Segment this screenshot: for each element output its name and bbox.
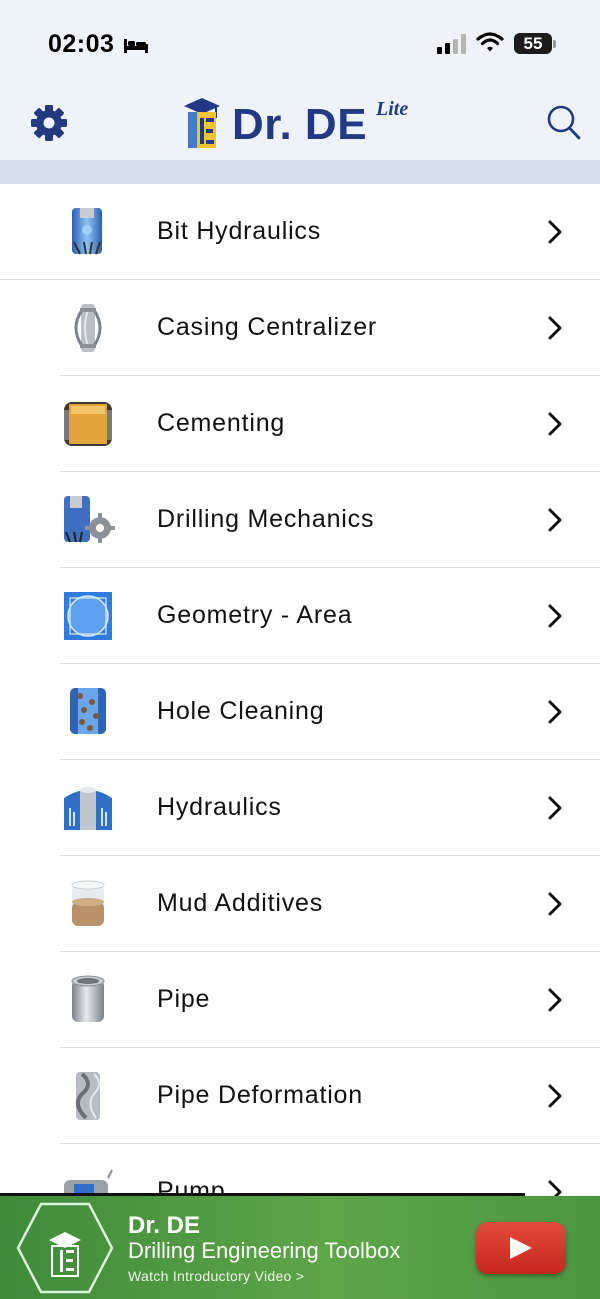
menu-item-label: Drilling Mechanics bbox=[157, 505, 375, 533]
geometry-area-icon bbox=[64, 592, 112, 640]
mud-additives-icon bbox=[71, 880, 105, 926]
app-screen: 02:03 55 Dr. DE Lite Bit Hydraulics Casi… bbox=[0, 0, 600, 1299]
menu-item-mud-additives[interactable]: Mud Additives bbox=[0, 856, 600, 952]
youtube-play-icon bbox=[510, 1237, 532, 1259]
chevron-right-icon bbox=[548, 604, 562, 628]
menu-item-label: Hole Cleaning bbox=[157, 697, 325, 725]
chevron-right-icon bbox=[548, 412, 562, 436]
chevron-right-icon bbox=[548, 892, 562, 916]
menu-item-drilling-mechanics[interactable]: Drilling Mechanics bbox=[0, 472, 600, 568]
pipe-icon bbox=[71, 975, 105, 1022]
bed-icon bbox=[124, 39, 148, 53]
menu-list: Bit Hydraulics Casing Centralizer Cement… bbox=[0, 184, 600, 1240]
signal-icon bbox=[437, 34, 466, 54]
menu-item-geometry-area[interactable]: Geometry - Area bbox=[0, 568, 600, 664]
chevron-right-icon bbox=[548, 220, 562, 244]
hole-cleaning-icon bbox=[70, 688, 106, 734]
menu-item-label: Mud Additives bbox=[157, 889, 324, 917]
pipe-deformation-icon bbox=[75, 1072, 100, 1120]
menu-item-bit-hydraulics[interactable]: Bit Hydraulics bbox=[0, 184, 600, 280]
menu-item-label: Bit Hydraulics bbox=[157, 217, 322, 245]
status-bar: 02:03 55 bbox=[0, 0, 600, 86]
hydraulics-icon bbox=[64, 787, 112, 830]
chevron-right-icon bbox=[548, 508, 562, 532]
drilling-mechanics-icon bbox=[64, 496, 115, 543]
battery-icon: 55 bbox=[514, 33, 552, 54]
menu-item-label: Pipe Deformation bbox=[157, 1081, 363, 1109]
promo-banner[interactable]: Dr. DE Drilling Engineering Toolbox Watc… bbox=[0, 1196, 600, 1299]
menu-item-pipe-deformation[interactable]: Pipe Deformation bbox=[0, 1048, 600, 1144]
search-icon[interactable] bbox=[544, 102, 584, 144]
app-logo: Dr. DE Lite bbox=[180, 92, 430, 156]
menu-item-cementing[interactable]: Cementing bbox=[0, 376, 600, 472]
menu-item-label: Casing Centralizer bbox=[157, 313, 378, 341]
brand-name: Dr. DE bbox=[232, 100, 368, 149]
wifi-icon bbox=[476, 32, 504, 52]
header-divider bbox=[0, 160, 600, 184]
battery-level: 55 bbox=[523, 34, 543, 53]
menu-item-pipe[interactable]: Pipe bbox=[0, 952, 600, 1048]
cementing-icon bbox=[64, 402, 112, 446]
chevron-right-icon bbox=[548, 988, 562, 1012]
dr-de-hexagon-logo-icon bbox=[16, 1202, 114, 1294]
chevron-right-icon bbox=[548, 1084, 562, 1108]
menu-item-casing-centralizer[interactable]: Casing Centralizer bbox=[0, 280, 600, 376]
menu-item-label: Hydraulics bbox=[157, 793, 282, 821]
menu-item-label: Pipe bbox=[157, 985, 211, 1013]
menu-item-hole-cleaning[interactable]: Hole Cleaning bbox=[0, 664, 600, 760]
banner-title: Dr. DE bbox=[128, 1212, 201, 1239]
brand-edition: Lite bbox=[376, 98, 409, 120]
nav-header: Dr. DE Lite bbox=[0, 86, 600, 160]
status-time: 02:03 bbox=[48, 30, 115, 58]
menu-item-label: Cementing bbox=[157, 409, 286, 437]
chevron-right-icon bbox=[548, 700, 562, 724]
menu-item-hydraulics[interactable]: Hydraulics bbox=[0, 760, 600, 856]
chevron-right-icon bbox=[548, 796, 562, 820]
menu-item-label: Geometry - Area bbox=[157, 601, 353, 629]
banner-watch-video-link[interactable]: Watch Introductory Video > bbox=[128, 1268, 304, 1284]
casing-centralizer-icon bbox=[74, 304, 102, 352]
chevron-right-icon bbox=[548, 316, 562, 340]
banner-subtitle: Drilling Engineering Toolbox bbox=[128, 1238, 401, 1263]
graduation-cap-logo-icon bbox=[184, 98, 220, 148]
battery-cap bbox=[553, 40, 556, 48]
youtube-play-button[interactable] bbox=[476, 1222, 566, 1274]
gear-icon[interactable] bbox=[26, 100, 72, 146]
bit-hydraulics-icon bbox=[72, 208, 102, 255]
